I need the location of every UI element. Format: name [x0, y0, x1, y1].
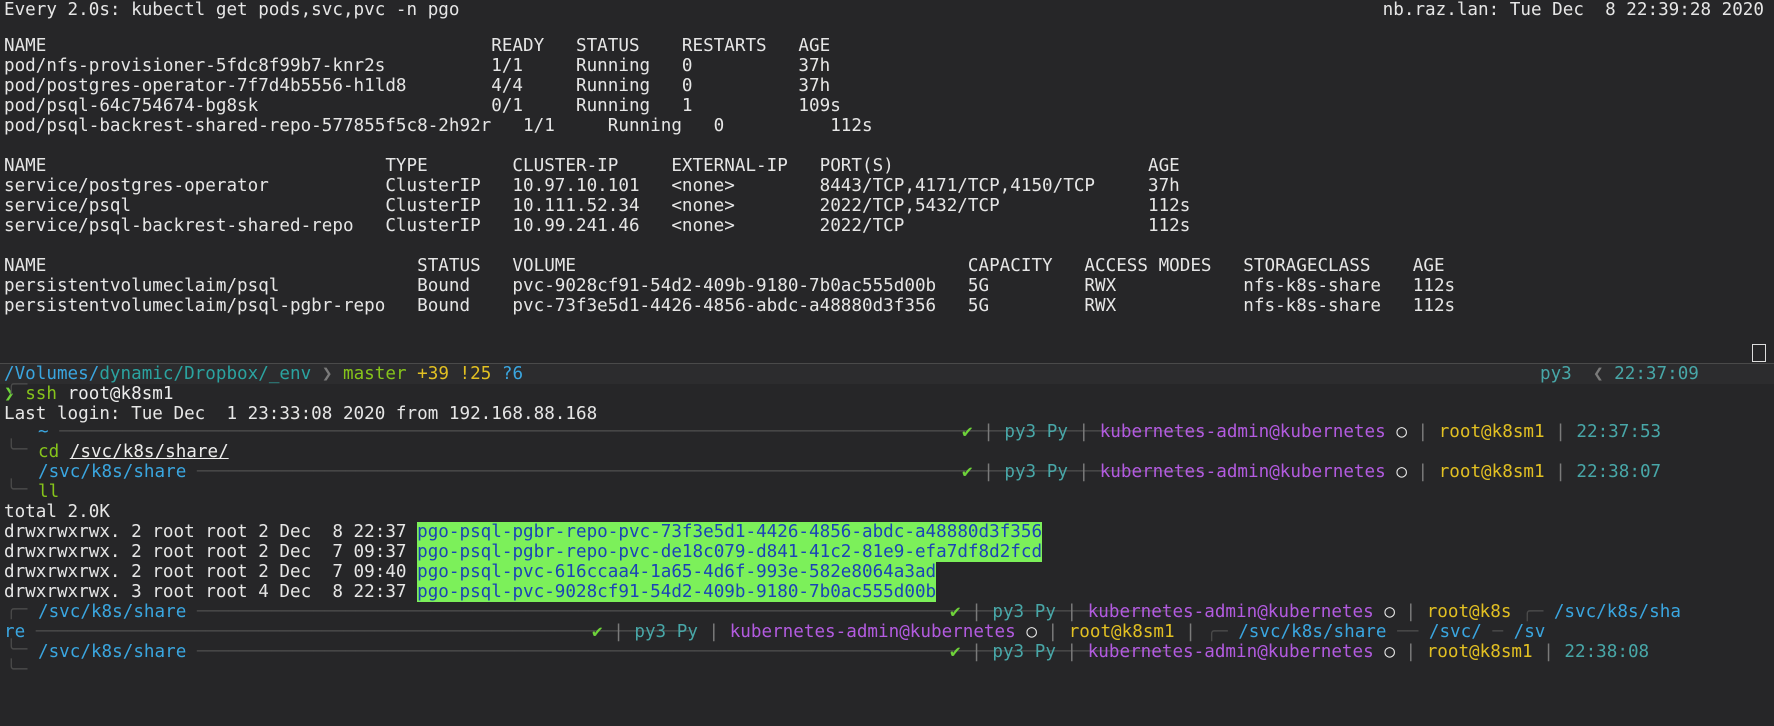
prompt-corner-icon: ╰─: [6, 660, 28, 680]
env-label: py3: [1540, 364, 1572, 384]
status-segment: ✔ | py3 Py | kubernetes-admin@kubernetes…: [592, 622, 1546, 642]
prompt-corner-icon: ╰─: [6, 440, 28, 460]
dir-name[interactable]: pgo-psql-pvc-9028cf91-54d2-409b-9180-7b0…: [417, 582, 937, 602]
services-header: NAME TYPE CLUSTER-IP EXTERNAL-IP PORT(S)…: [4, 156, 1180, 176]
prompt-right: py3 ❮ 22:37:09: [1540, 364, 1699, 384]
service-row: service/postgres-operator ClusterIP 10.9…: [4, 176, 1180, 196]
status-segment: ✔ | py3 Py | kubernetes-admin@kubernetes…: [962, 462, 1662, 482]
pvc-header: NAME STATUS VOLUME CAPACITY ACCESS MODES…: [4, 256, 1445, 276]
pod-row: pod/postgres-operator-7f7d4b5556-h1ld8 4…: [4, 76, 831, 96]
status-segment: ✔ | py3 Py | kubernetes-admin@kubernetes…: [950, 602, 1681, 622]
ls-row: drwxrwxrwx. 2 root root 2 Dec 8 22:37 pg…: [4, 522, 1043, 542]
dir-name[interactable]: pgo-psql-pgbr-repo-pvc-73f3e5d1-4426-485…: [417, 522, 1043, 542]
prompt-corner-icon: ╭─: [6, 600, 28, 620]
pvc-row: persistentvolumeclaim/psql Bound pvc-902…: [4, 276, 1456, 296]
path-part: dynamic/: [99, 364, 185, 384]
status-segment: ✔ | py3 Py | kubernetes-admin@kubernetes…: [962, 422, 1662, 442]
terminal-cursor-icon: [1752, 344, 1766, 362]
shell-pane[interactable]: /Volumes/dynamic/Dropbox/_env ❯ master +…: [0, 364, 1774, 726]
cd-command: cd /svc/k8s/share/: [38, 442, 229, 462]
ls-total: total 2.0K: [4, 502, 110, 522]
status-segment: ✔ | py3 Py | kubernetes-admin@kubernetes…: [950, 642, 1650, 662]
path-part: _env: [268, 364, 312, 384]
ls-row: drwxrwxrwx. 2 root root 2 Dec 7 09:37 pg…: [4, 542, 1043, 562]
pod-row: pod/psql-backrest-shared-repo-577855f5c8…: [4, 116, 873, 136]
dir-name[interactable]: pgo-psql-pvc-616ccaa4-1a65-4d6f-993e-582…: [417, 562, 937, 582]
command-verb: ssh: [25, 384, 57, 404]
pods-header: NAME READY STATUS RESTARTS AGE: [4, 36, 831, 56]
command-line: ❯ ssh root@k8sm1: [4, 384, 174, 404]
prompt-corner-icon: ╭─: [6, 375, 28, 395]
ls-row: drwxrwxrwx. 3 root root 4 Dec 8 22:37 pg…: [4, 582, 937, 602]
prompt-corner-icon: ╰─: [6, 480, 28, 500]
ls-row: drwxrwxrwx. 2 root root 2 Dec 7 09:40 pg…: [4, 562, 937, 582]
dir-name[interactable]: pgo-psql-pgbr-repo-pvc-de18c079-d841-41c…: [417, 542, 1043, 562]
last-login: Last login: Tue Dec 1 23:33:08 2020 from…: [4, 404, 598, 424]
chevron-left-icon: ❮: [1592, 364, 1604, 384]
wrapped-line: re ─────────────────────────────────────…: [4, 622, 693, 642]
pvc-row: persistentvolumeclaim/psql-pgbr-repo Bou…: [4, 296, 1456, 316]
watch-header-host-time: nb.raz.lan: Tue Dec 8 22:39:28 2020: [1382, 0, 1764, 20]
prompt-time: 22:37:09: [1614, 364, 1699, 384]
pod-row: pod/psql-64c754674-bg8sk 0/1 Running 1 1…: [4, 96, 841, 116]
service-row: service/psql ClusterIP 10.111.52.34 <non…: [4, 196, 1191, 216]
git-modified: !25: [459, 364, 492, 384]
prompt-path: /Volumes/dynamic/Dropbox/_env ❯ master +…: [4, 364, 523, 384]
prompt-corner-icon: ╰─: [6, 640, 28, 660]
command-text: root@k8sm1: [67, 384, 174, 404]
watch-header-command: Every 2.0s: kubectl get pods,svc,pvc -n …: [4, 0, 460, 20]
path-part: Dropbox/: [184, 364, 269, 384]
git-untracked: ?6: [501, 364, 524, 384]
service-row: service/psql-backrest-shared-repo Cluste…: [4, 216, 1191, 236]
git-branch: master: [343, 364, 407, 384]
git-ahead: +39: [417, 364, 449, 384]
chevron-right-icon: ❯: [321, 364, 333, 384]
watch-pane[interactable]: Every 2.0s: kubectl get pods,svc,pvc -n …: [0, 0, 1774, 363]
ll-command: ll: [38, 482, 60, 502]
pod-row: pod/nfs-provisioner-5fdc8f99b7-knr2s 1/1…: [4, 56, 831, 76]
